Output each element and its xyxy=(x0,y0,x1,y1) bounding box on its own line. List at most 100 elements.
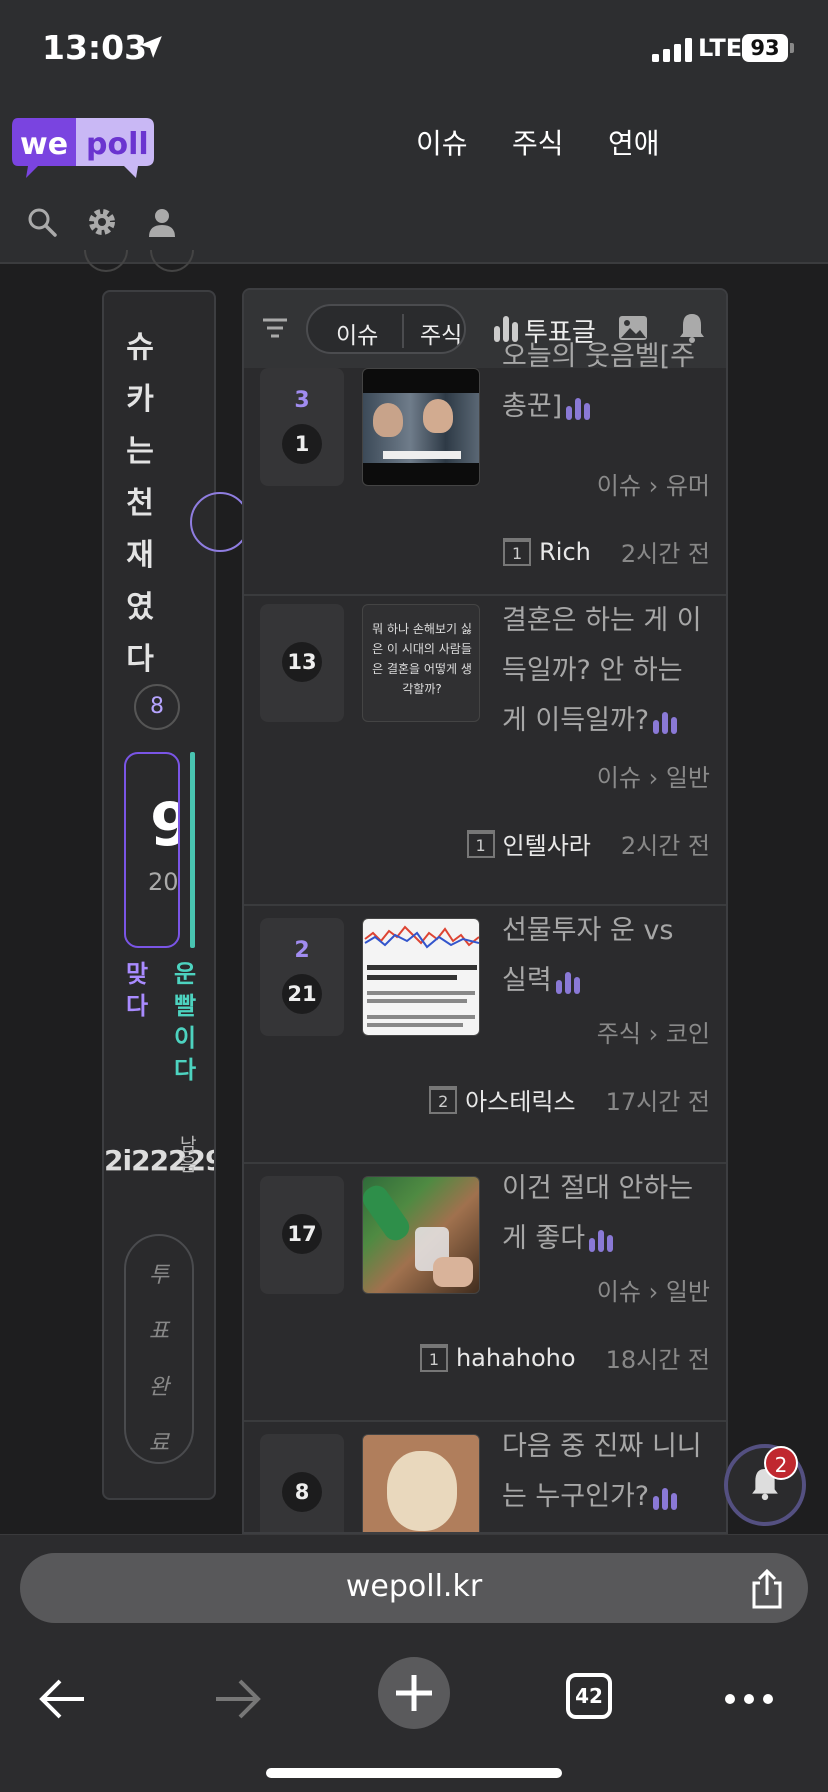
user-level-badge: 1 xyxy=(503,537,532,566)
feed-panel: 이슈 주식 투표글 3 1 오늘의 웃음벨[주총꾼] 이슈 › 유머 1 Rich… xyxy=(242,288,728,1534)
battery-indicator: 93 xyxy=(742,34,788,62)
nav-issue[interactable]: 이슈 xyxy=(416,122,468,162)
time-ago: 18시간 전 xyxy=(605,1346,710,1374)
item-title[interactable]: 선물투자 운 vs 실력 xyxy=(502,906,702,1006)
poll-icon xyxy=(566,397,591,420)
item-category[interactable]: 주식 › 코인 xyxy=(597,1014,710,1049)
poll-icon xyxy=(653,711,678,734)
rank-box: 13 xyxy=(260,604,344,722)
vote-count-badge: 8 xyxy=(134,684,180,730)
comment-count: 21 xyxy=(282,974,322,1014)
feed-item[interactable]: 3 1 오늘의 웃음벨[주총꾼] 이슈 › 유머 1 Rich 2시간 전 xyxy=(244,328,726,596)
location-arrow-icon xyxy=(140,36,162,58)
search-icon[interactable] xyxy=(26,206,58,238)
option-a-small-number: 20 xyxy=(148,868,179,896)
thumbnail-text: 뭐 하나 손해보기 싫은 이 시대의 사람들은 결혼을 어떻게 생각할까? xyxy=(372,622,472,696)
wepoll-logo[interactable]: we poll xyxy=(12,116,154,180)
option-b-label[interactable]: 운빨 이다 xyxy=(170,958,200,1086)
nav-stock[interactable]: 주식 xyxy=(512,122,564,162)
tabs-button[interactable]: 42 xyxy=(566,1673,612,1719)
thumbnail[interactable] xyxy=(362,1176,480,1294)
comment-count: 13 xyxy=(282,642,322,682)
vote-stats-numbers: 2i22229 xyxy=(104,1144,216,1177)
author-name[interactable]: 인텔사라 xyxy=(503,826,591,861)
more-icon[interactable] xyxy=(724,1693,774,1705)
item-meta: 1 인텔사라 2시간 전 xyxy=(466,826,710,861)
feed-item[interactable]: 8 다음 중 진짜 니니는 누구인가? xyxy=(244,1422,726,1532)
thumbnail[interactable] xyxy=(362,1434,480,1532)
option-a-bar[interactable]: 9 20 xyxy=(124,752,180,948)
item-category[interactable]: 이슈 › 유머 xyxy=(597,466,710,501)
poll-icon xyxy=(653,1487,678,1510)
notification-badge: 2 xyxy=(764,1446,798,1480)
vote-title: 슈카 는천 재였 다 xyxy=(126,330,154,677)
thumbnail[interactable] xyxy=(362,368,480,486)
comment-count: 1 xyxy=(282,424,322,464)
comment-count: 17 xyxy=(282,1214,322,1254)
item-title[interactable]: 결혼은 하는 게 이득일까? 안 하는 게 이득일까? xyxy=(502,596,702,746)
time-ago: 2시간 전 xyxy=(620,832,710,860)
gear-icon[interactable] xyxy=(86,206,118,238)
item-meta: 2 아스테릭스 17시간 전 xyxy=(429,1082,710,1117)
carousel-peek-left xyxy=(84,250,128,272)
poll-icon xyxy=(555,971,580,994)
option-b-bar[interactable] xyxy=(190,752,195,948)
rank-number: 3 xyxy=(294,388,310,413)
vote-done-label: 투표 완료 xyxy=(148,1263,170,1456)
rank-box: 2 21 xyxy=(260,918,344,1036)
feed-item[interactable]: 13 뭐 하나 손해보기 싫은 이 시대의 사람들은 결혼을 어떻게 생각할까?… xyxy=(244,596,726,906)
browser-toolbar: wepoll.kr 42 xyxy=(0,1534,828,1792)
item-title[interactable]: 오늘의 웃음벨[주총꾼] xyxy=(502,332,702,432)
rank-box: 3 1 xyxy=(260,368,344,486)
option-a-big-number: 9 xyxy=(150,790,178,860)
next-card-peek xyxy=(190,492,250,552)
svg-text:we: we xyxy=(20,127,68,162)
candlestick-image xyxy=(364,925,479,949)
item-category[interactable]: 이슈 › 일반 xyxy=(597,1272,710,1307)
carousel-peek-right xyxy=(150,250,194,272)
item-category[interactable]: 이슈 › 일반 xyxy=(597,758,710,793)
user-level-badge: 1 xyxy=(419,1343,448,1372)
status-bar: 13:03 LTE 93 xyxy=(0,0,828,100)
vote-card[interactable]: 슈카 는천 재였 다 8 9 20 맞다 운빨 이다 2i22229 남음 투표… xyxy=(102,290,216,1500)
thumbnail[interactable] xyxy=(362,918,480,1036)
url-text: wepoll.kr xyxy=(345,1569,483,1604)
svg-text:poll: poll xyxy=(86,127,149,162)
network-label: LTE xyxy=(698,34,743,62)
nav-dating[interactable]: 연애 xyxy=(608,122,660,162)
feed-item[interactable]: 17 이건 절대 안하는 게 좋다 이슈 › 일반 1 hahahoho 18시간 … xyxy=(244,1164,726,1422)
new-tab-button[interactable] xyxy=(378,1657,450,1729)
user-icon[interactable] xyxy=(146,206,178,238)
item-title[interactable]: 이건 절대 안하는 게 좋다 xyxy=(502,1164,702,1264)
author-name[interactable]: hahahoho xyxy=(456,1344,576,1372)
share-icon[interactable] xyxy=(748,1569,786,1609)
vote-remaining-label: 남음 xyxy=(180,1135,197,1176)
home-indicator[interactable] xyxy=(266,1768,562,1778)
back-arrow-icon[interactable] xyxy=(38,1677,88,1721)
battery-tip xyxy=(790,43,794,53)
time-ago: 2시간 전 xyxy=(620,540,710,568)
plus-icon xyxy=(396,1675,432,1711)
item-title[interactable]: 다음 중 진짜 니니는 누구인가? xyxy=(502,1422,702,1522)
rank-box: 17 xyxy=(260,1176,344,1294)
author-name[interactable]: Rich xyxy=(539,538,591,566)
status-time: 13:03 xyxy=(42,28,148,67)
rank-number: 2 xyxy=(294,938,310,963)
poll-icon xyxy=(589,1229,614,1252)
app-header: we poll 이슈 주식 연애 xyxy=(0,100,828,264)
forward-arrow-icon[interactable] xyxy=(212,1677,262,1721)
item-meta: 1 hahahoho 18시간 전 xyxy=(419,1340,710,1374)
feed-item[interactable]: 2 21 선물투자 운 vs 실력 주식 › 코인 2 아스테릭스 17시간 전 xyxy=(244,906,726,1164)
author-name[interactable]: 아스테릭스 xyxy=(465,1082,575,1117)
address-bar[interactable]: wepoll.kr xyxy=(20,1553,808,1623)
user-level-badge: 1 xyxy=(466,829,495,858)
thumbnail[interactable]: 뭐 하나 손해보기 싫은 이 시대의 사람들은 결혼을 어떻게 생각할까? xyxy=(362,604,480,722)
comment-count: 8 xyxy=(282,1472,322,1512)
rank-box: 8 xyxy=(260,1434,344,1532)
option-a-label[interactable]: 맞다 xyxy=(122,958,152,1022)
item-meta: 1 Rich 2시간 전 xyxy=(503,534,710,568)
time-ago: 17시간 전 xyxy=(605,1088,710,1116)
signal-bars-icon xyxy=(652,38,692,62)
user-level-badge: 2 xyxy=(429,1085,458,1114)
vote-done-button[interactable]: 투표 완료 xyxy=(124,1234,194,1464)
